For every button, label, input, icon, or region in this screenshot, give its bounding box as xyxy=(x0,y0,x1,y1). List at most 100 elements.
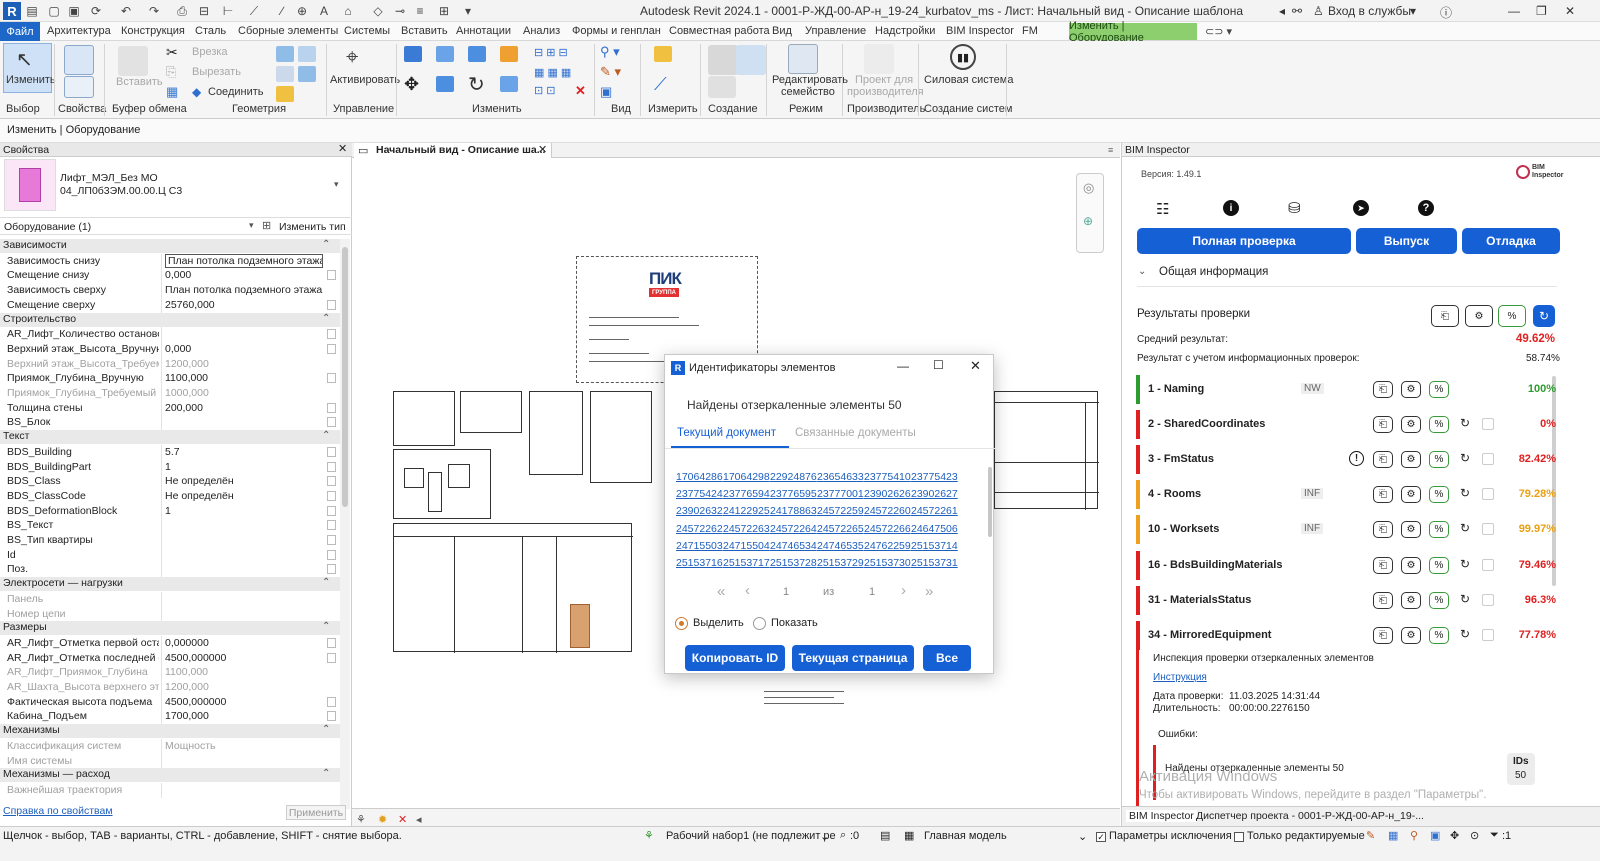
tab-modify-equipment[interactable]: Изменить | Оборудование xyxy=(1069,20,1197,44)
power-system-label[interactable]: Силовая система xyxy=(924,74,1013,86)
settings-icon[interactable]: ⚙ xyxy=(1401,451,1421,469)
type-selector-chevron-icon[interactable]: ▾ xyxy=(334,179,339,190)
property-row[interactable]: BS_Тип квартиры xyxy=(0,533,340,548)
property-row[interactable]: Верхний этаж_Высота_Требуем... 1200,000 xyxy=(0,356,340,372)
sheet-thumbnail[interactable] xyxy=(590,391,652,483)
mirror-draw-icon[interactable] xyxy=(500,46,518,62)
element-id-link[interactable]: 25153714 xyxy=(911,540,958,552)
help-icon[interactable]: ? xyxy=(1418,200,1434,216)
release-button[interactable]: Выпуск xyxy=(1356,228,1457,254)
edit-family-label-1[interactable]: Редактировать xyxy=(772,74,848,86)
settings-icon[interactable]: ⚙ xyxy=(1401,486,1421,504)
property-group[interactable]: Размеры ⌃ xyxy=(0,621,340,636)
telegram-icon[interactable]: ➤ xyxy=(1353,200,1369,216)
property-row[interactable]: BDS_Building 5.7 xyxy=(0,444,340,460)
select-face-icon[interactable]: ▣ xyxy=(1430,829,1440,842)
associate-parameter-checkbox[interactable] xyxy=(327,402,336,413)
edit-family-label-2[interactable]: семейство xyxy=(781,86,835,98)
filter-icon[interactable]: ⏷ xyxy=(1490,829,1499,842)
element-id-link[interactable]: 23776594 xyxy=(723,488,770,500)
section-icon[interactable]: ⊸ xyxy=(392,3,408,19)
element-id-link[interactable]: 25153716 xyxy=(676,557,723,569)
element-id-link[interactable]: 24122925 xyxy=(723,505,770,517)
property-value[interactable]: 1700,000 xyxy=(165,710,323,722)
associate-parameter-checkbox[interactable] xyxy=(327,446,336,457)
prev-page-icon[interactable]: ‹ xyxy=(745,582,750,599)
tab-2[interactable]: Сталь xyxy=(195,25,226,37)
edit-type-button[interactable]: Изменить тип xyxy=(279,221,346,233)
filter-label[interactable]: Оборудование (1) xyxy=(4,221,91,233)
tab-13[interactable]: BIM Inspector xyxy=(946,25,1014,37)
aligned-dim-icon[interactable]: ⟋ xyxy=(246,3,262,19)
percent-icon[interactable]: % xyxy=(1429,556,1449,574)
instance-filter[interactable]: Оборудование (1) ▾ ⊞ Изменить тип xyxy=(0,217,352,235)
page-current[interactable]: 1 xyxy=(783,586,789,598)
refresh-icon[interactable]: ↻ xyxy=(1460,557,1470,571)
select-underlay-icon[interactable]: ▦ xyxy=(1388,829,1398,842)
property-row[interactable]: Имя системы xyxy=(0,753,340,769)
property-group[interactable]: Зависимости ⌃ xyxy=(0,239,340,253)
property-value[interactable]: 4500,000000 xyxy=(165,652,323,664)
delete-icon[interactable]: ✕ xyxy=(575,83,586,99)
property-value[interactable]: 1200,000 xyxy=(165,358,323,370)
associate-parameter-checkbox[interactable] xyxy=(327,476,336,487)
general-info-section[interactable]: Общая информация xyxy=(1159,266,1268,278)
create-panel[interactable]: Создание xyxy=(708,103,758,115)
collapse-icon[interactable]: ⌃ xyxy=(322,724,330,735)
associate-parameter-checkbox[interactable] xyxy=(327,711,336,722)
scale-icon[interactable]: ⚘ xyxy=(356,813,366,826)
type-properties-icon[interactable] xyxy=(64,76,94,98)
measure-line-icon[interactable]: ⟋ xyxy=(654,74,667,95)
property-row[interactable]: AR_Лифт_Приямок_Глубина 1100,000 xyxy=(0,665,340,681)
view-tab[interactable]: ▭ Начальный вид - Описание ша... ✕ xyxy=(354,143,552,158)
check-select-checkbox[interactable] xyxy=(1482,488,1494,501)
property-row[interactable]: Фактическая высота подъема 4500,000000 xyxy=(0,694,340,710)
customize-icon[interactable]: ▾ xyxy=(460,3,476,19)
tab-6[interactable]: Аннотации xyxy=(456,25,511,37)
property-value[interactable]: 1 xyxy=(165,505,323,517)
collapse-icon[interactable]: ⌃ xyxy=(322,239,330,250)
producer-panel[interactable]: Производитель xyxy=(847,103,925,115)
settings-icon[interactable]: ⚙ xyxy=(1401,381,1421,398)
property-row[interactable]: AR_Шахта_Высота верхнего этажа 1200,000 xyxy=(0,680,340,695)
minimize-button[interactable]: — xyxy=(897,359,909,373)
associate-parameter-checkbox[interactable] xyxy=(327,549,336,560)
tab-4[interactable]: Системы xyxy=(344,25,390,37)
property-row[interactable]: BDS_DeformationBlock 1 xyxy=(0,503,340,519)
element-id-link[interactable]: 25153729 xyxy=(817,557,864,569)
collapse-icon[interactable]: ⌃ xyxy=(322,430,330,441)
associate-parameter-checkbox[interactable] xyxy=(327,637,336,648)
refresh-icon[interactable]: ↻ xyxy=(1533,305,1555,327)
refresh-icon[interactable]: ↻ xyxy=(1460,627,1470,641)
geometry-tool-icon[interactable] xyxy=(276,66,294,82)
view-tool-icon[interactable]: ⚲ ▾ xyxy=(600,44,620,60)
align-icon[interactable] xyxy=(404,46,422,62)
property-value[interactable]: 0,000000 xyxy=(165,637,323,649)
percent-icon[interactable]: % xyxy=(1429,451,1449,469)
maximize-button[interactable]: ☐ xyxy=(933,358,944,372)
element-id-link[interactable]: 25153731 xyxy=(911,557,958,569)
property-row[interactable]: Смещение снизу 0,000 xyxy=(0,268,340,284)
split-icon[interactable]: ⊟ ⊞ ⊟ xyxy=(534,46,568,59)
property-row[interactable]: Поз. xyxy=(0,562,340,578)
restore-button[interactable]: ❐ xyxy=(1536,4,1547,18)
activate-label[interactable]: Активировать xyxy=(330,74,400,86)
rotate-icon[interactable]: ↻ xyxy=(468,72,485,97)
percent-icon[interactable]: % xyxy=(1429,521,1449,539)
geometry-tool-icon[interactable] xyxy=(298,46,316,62)
undo-icon[interactable]: ↶ xyxy=(118,3,134,19)
property-row[interactable]: Толщина стены 200,000 xyxy=(0,400,340,416)
element-id-link[interactable]: 22924876 xyxy=(770,471,817,483)
property-row[interactable]: BS_Текст xyxy=(0,518,340,534)
background-process-icon[interactable]: ⊙ xyxy=(1470,829,1479,842)
property-row[interactable]: BDS_BuildingPart 1 xyxy=(0,459,340,475)
tab-7[interactable]: Анализ xyxy=(523,25,560,37)
associate-parameter-checkbox[interactable] xyxy=(327,520,336,531)
project-label-1[interactable]: Проект для xyxy=(855,74,913,86)
check-row[interactable]: 2 - SharedCoordinates ⎗ ⚙% ↻ 0% xyxy=(1136,410,1556,440)
editable-only-checkbox[interactable] xyxy=(1234,832,1244,842)
check-row[interactable]: 16 - BdsBuildingMaterials ⎗ ⚙% ↻ 79.46% xyxy=(1136,550,1556,580)
property-value[interactable]: 200,000 xyxy=(165,402,323,414)
element-id-link[interactable]: 23902626 xyxy=(864,488,911,500)
property-row[interactable]: Классификация систем Мощность xyxy=(0,738,340,754)
